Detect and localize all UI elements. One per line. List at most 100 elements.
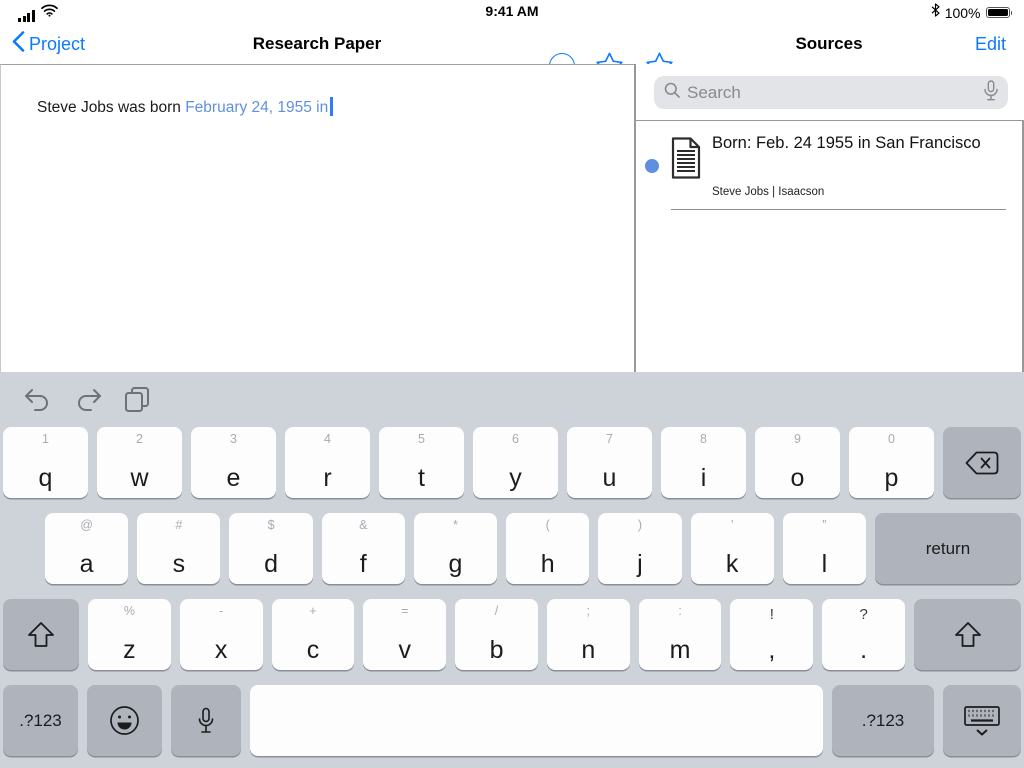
key-m[interactable]: :m <box>638 599 722 670</box>
key-l[interactable]: ” l <box>782 513 866 584</box>
key-b[interactable]: / b <box>455 599 538 670</box>
key-z[interactable]: % z <box>88 599 171 670</box>
key-t[interactable]: 5t <box>379 427 464 498</box>
key-u[interactable]: 7u <box>567 427 652 498</box>
key-q[interactable]: 1q <box>3 427 88 498</box>
key-main-label: u <box>602 464 617 493</box>
sources-list: Born: Feb. 24 1955 in San Francisco Stev… <box>636 120 1024 372</box>
search-area: Search <box>636 64 1024 120</box>
key-label: .?123 <box>861 710 905 730</box>
key-alt-label: - <box>219 604 224 618</box>
key-w[interactable]: 2w <box>97 427 182 498</box>
search-input[interactable]: Search <box>654 76 1008 109</box>
key-alt-label: : <box>678 604 682 618</box>
key-main-label: d <box>264 550 278 579</box>
numbers-key-right[interactable]: .?123 <box>832 685 934 756</box>
page-title: Research Paper <box>252 34 382 53</box>
key-main-label: t <box>418 464 425 493</box>
emoji-key[interactable] <box>87 685 162 756</box>
key-alt-label: 5 <box>418 432 425 446</box>
shift-key-left[interactable] <box>3 599 79 670</box>
key-alt-label: % <box>123 604 135 618</box>
key-alt-label: 8 <box>700 432 707 446</box>
key-alt-label: * <box>453 518 458 532</box>
key-g[interactable]: * g <box>413 513 498 584</box>
key-main-label: j <box>637 550 643 579</box>
key-main-label: p <box>884 464 899 493</box>
key-r[interactable]: 4r <box>285 427 370 498</box>
backspace-icon <box>964 450 1000 476</box>
status-bar: 9:41 AM 100% <box>0 0 1024 24</box>
key-alt-label: ? <box>859 606 868 623</box>
key-main-label: o <box>790 464 805 493</box>
backspace-key[interactable] <box>943 427 1021 498</box>
key-alt-label: 2 <box>136 432 143 446</box>
key-n[interactable]: ; n <box>546 599 630 670</box>
shift-key-right[interactable] <box>914 599 1022 670</box>
key-v[interactable]: = v <box>363 599 447 670</box>
clock: 9:41 AM <box>485 3 539 19</box>
numbers-key-left[interactable]: .?123 <box>3 685 78 756</box>
document-text-plain: Steve Jobs was born <box>37 99 186 116</box>
key-main-label: m <box>669 636 691 665</box>
dictation-key[interactable] <box>171 685 241 756</box>
back-button[interactable]: Project <box>12 24 85 64</box>
paste-icon[interactable] <box>124 386 150 413</box>
key-main-label: l <box>821 550 828 579</box>
key-y[interactable]: 6y <box>473 427 558 498</box>
key-alt-label: 0 <box>888 432 895 446</box>
undo-icon[interactable] <box>24 388 52 412</box>
document-text-citation: February 24, 1955 in <box>185 99 329 116</box>
divider <box>671 209 1006 210</box>
key-p[interactable]: 0p <box>849 427 934 498</box>
key-x[interactable]: -x <box>179 599 263 670</box>
search-icon <box>664 82 680 103</box>
mic-icon <box>198 707 214 735</box>
key-j[interactable]: ) j <box>598 513 682 584</box>
key-main-label: s <box>172 550 186 579</box>
key-d[interactable]: $ d <box>229 513 313 584</box>
keyboard-row-1: 1q2w3e4r5t6y7u8i9o0p <box>0 427 1024 498</box>
key-alt-label: ! <box>769 606 774 623</box>
sources-pane-title: Sources <box>795 34 863 53</box>
key-c[interactable]: + c <box>271 599 355 670</box>
dictation-icon[interactable] <box>984 79 998 106</box>
key-a[interactable]: @ a <box>45 513 129 584</box>
document-icon <box>671 137 701 184</box>
keyboard-row-2: @ a # s $ d & f * g(h) j’ k” l return <box>0 513 1024 584</box>
key-main-label: a <box>79 550 94 579</box>
return-key[interactable]: return <box>874 513 1021 584</box>
key-main-label: , <box>768 636 776 665</box>
period-question-key[interactable]: ?. <box>822 599 906 670</box>
key-alt-label: ; <box>586 604 591 618</box>
key-s[interactable]: # s <box>137 513 221 584</box>
chevron-back-icon <box>12 31 25 57</box>
comma-exclamation-key[interactable]: !, <box>730 599 814 670</box>
key-alt-label: / <box>494 604 499 618</box>
key-alt-label: = <box>401 604 409 618</box>
document-editor[interactable]: Steve Jobs was born February 24, 1955 in <box>0 64 634 372</box>
key-main-label: g <box>448 550 463 579</box>
dismiss-keyboard-key[interactable] <box>943 685 1021 756</box>
key-label: .?123 <box>19 710 62 730</box>
key-k[interactable]: ’ k <box>690 513 774 584</box>
key-h[interactable]: (h <box>506 513 590 584</box>
key-main-label: f <box>359 550 367 579</box>
edit-button[interactable]: Edit <box>975 24 1006 64</box>
key-alt-label: + <box>309 604 317 618</box>
source-list-item[interactable]: Born: Feb. 24 1955 in San Francisco Stev… <box>636 121 1022 211</box>
key-i[interactable]: 8i <box>661 427 746 498</box>
key-alt-label: $ <box>267 518 275 532</box>
redo-icon[interactable] <box>74 388 102 412</box>
bluetooth-icon <box>931 3 940 22</box>
key-f[interactable]: & f <box>321 513 405 584</box>
key-o[interactable]: 9o <box>755 427 840 498</box>
key-alt-label: ) <box>637 518 642 532</box>
shift-icon <box>953 621 983 648</box>
space-key[interactable] <box>250 685 823 756</box>
key-alt-label: & <box>359 518 368 532</box>
key-e[interactable]: 3e <box>191 427 276 498</box>
keyboard-toolbar <box>0 372 1024 427</box>
key-alt-label: ’ <box>730 518 734 532</box>
battery-percent: 100% <box>944 4 981 21</box>
